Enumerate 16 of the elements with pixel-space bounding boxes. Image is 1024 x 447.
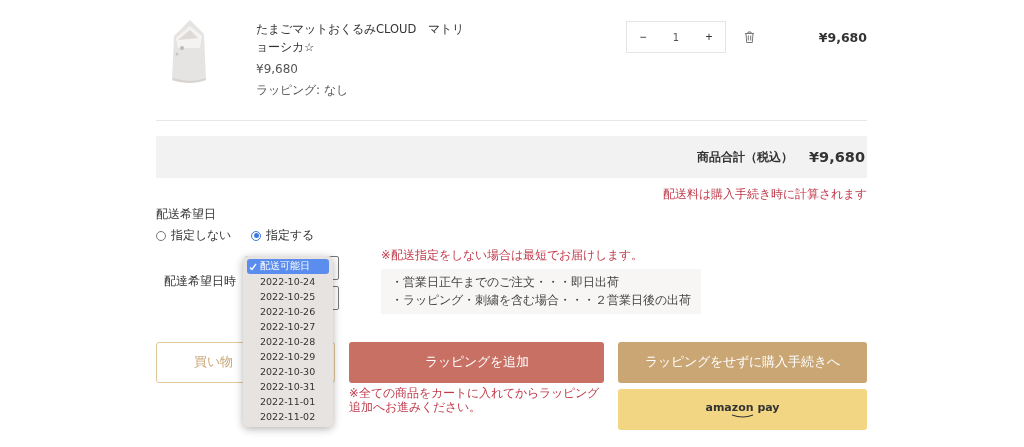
info-line: ・ラッピング・刺繍を含む場合・・・２営業日後の出荷 [391,293,691,308]
wrapping-note: ※全ての商品をカートに入れてからラッピング追加へお進みください。 [349,386,600,416]
line-total: ¥9,680 [818,30,867,45]
quantity-value: 1 [671,31,681,43]
radio-label: 指定しない [171,227,231,244]
shipping-note: 配送料は購入手続き時に計算されます [662,187,867,201]
radio-label: 指定する [266,227,314,244]
delivery-notice: ※配送指定をしない場合は最短でお届けします。 [381,248,644,262]
delivery-title: 配送希望日 [156,206,217,223]
total-label: 商品合計（税込） [697,148,794,166]
product-name: たまごマットおくるみCLOUD マトリョーシカ☆ [256,21,466,56]
wrapping-status: ラッピング: なし [256,83,349,98]
delivery-time-label: 配達希望日時 [164,273,237,290]
info-line: ・営業日正午までのご注文・・・即日出荷 [391,275,620,290]
total-price: ¥9,680 [809,149,865,165]
unit-price: ¥9,680 [256,62,299,77]
